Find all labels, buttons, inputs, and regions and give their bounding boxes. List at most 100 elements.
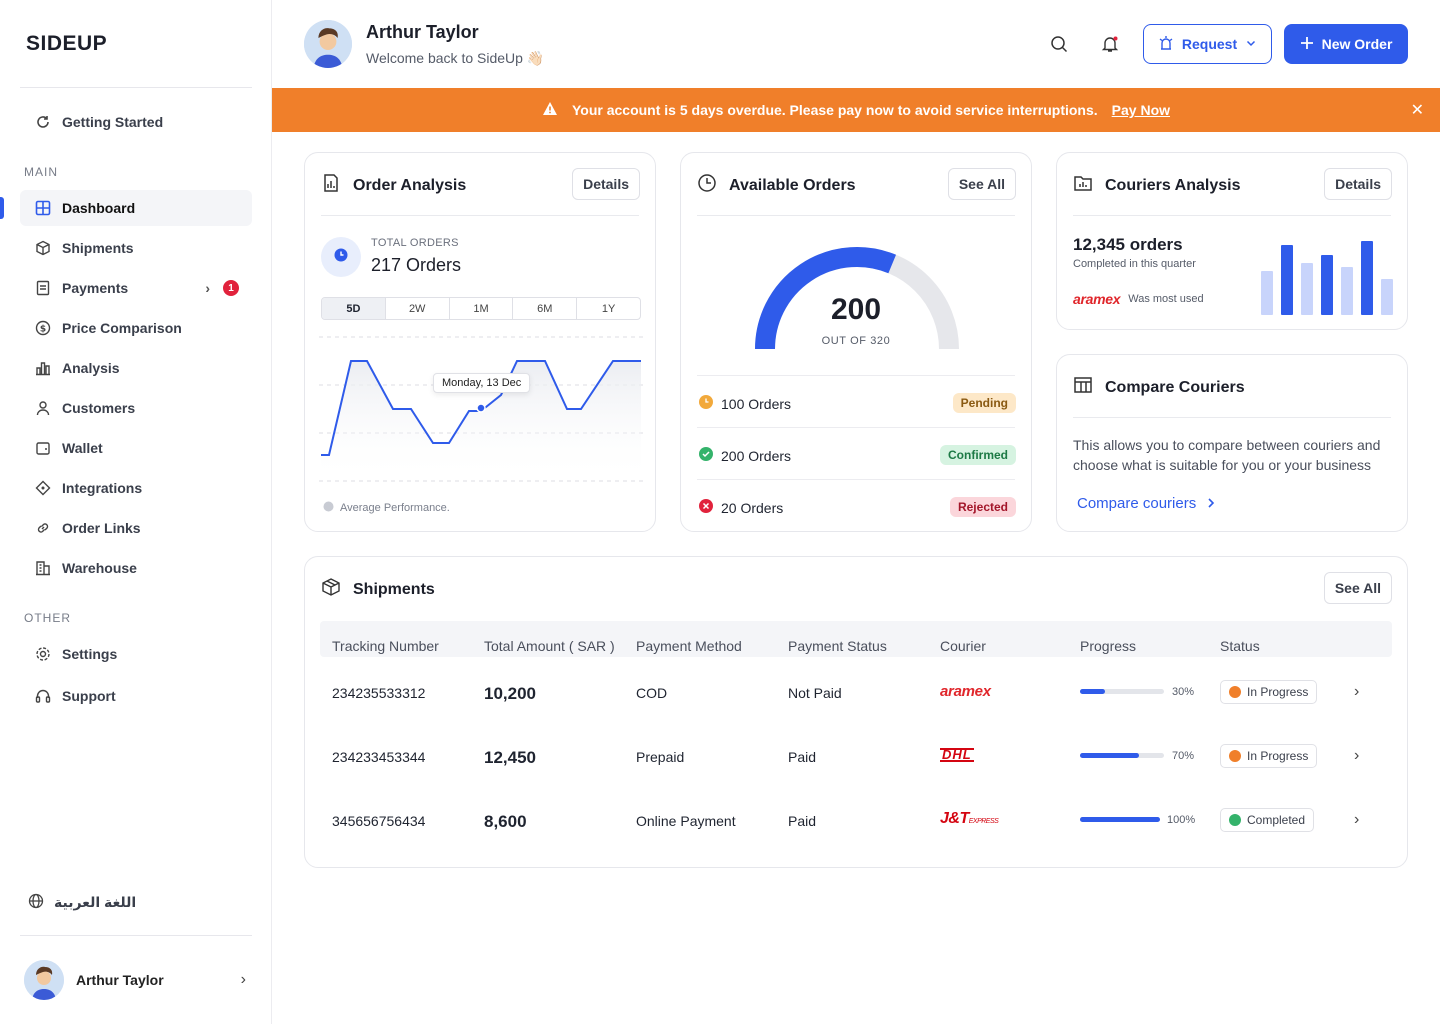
sidebar-item-getting-started[interactable]: Getting Started [20,104,252,140]
sidebar-item-analysis[interactable]: Analysis [20,350,252,386]
sidebar-item-price-comparison[interactable]: $ Price Comparison [20,310,252,346]
progress-label: 30% [1172,686,1195,698]
chevron-right-icon[interactable]: › [1354,683,1359,701]
bar [1381,279,1393,315]
details-button[interactable]: Details [1324,168,1392,200]
welcome-text: Welcome back to SideUp 👋🏻 [366,50,545,66]
column-header: Status [1220,638,1260,654]
sidebar-item-label: Warehouse [62,560,137,576]
payment-status: Not Paid [788,685,842,701]
gauge-value: 200 [830,293,882,326]
sidebar-item-integrations[interactable]: Integrations [20,470,252,506]
request-button[interactable]: Request [1143,24,1272,64]
tracking-number: 234235533312 [332,685,426,701]
status-label: In Progress [1247,685,1309,699]
range-tab-2w[interactable]: 2W [386,298,450,319]
column-header: Total Amount ( SAR ) [484,638,615,654]
sidebar-item-label: Dashboard [62,200,136,216]
details-button[interactable]: Details [572,168,640,200]
globe-icon [28,893,44,912]
pending-tag: Pending [952,393,1016,413]
divider [20,87,252,88]
avatar[interactable] [304,20,352,68]
order-row-pending: 100 Orders [699,395,791,412]
payment-status: Paid [788,813,817,829]
courier-sub: Completed in this quarter [1073,258,1196,270]
courier-logo-aramex: aramex [940,683,991,700]
clock-badge [321,237,361,277]
see-all-button[interactable]: See All [1323,572,1392,604]
card-title: Order Analysis [321,173,466,198]
sidebar-item-label: Customers [62,400,136,416]
close-icon[interactable]: ✕ [1411,100,1424,120]
progress-bar [1080,689,1164,694]
bar [1321,255,1333,315]
sidebar-item-label: Settings [62,646,118,662]
most-used-courier: aramex Was most used [1073,291,1204,307]
payment-method: Online Payment [636,813,736,829]
chevron-right-icon [1206,495,1216,512]
svg-text:$: $ [40,325,46,335]
sidebar-profile[interactable]: Arthur Taylor › [24,960,246,1000]
sidebar-item-customers[interactable]: Customers [20,390,252,426]
column-header: Progress [1080,638,1137,654]
new-order-button[interactable]: New Order [1284,24,1408,64]
status-label: Completed [1247,813,1306,827]
link-icon [34,519,52,537]
compare-couriers-card: Compare Couriers This allows you to comp… [1056,354,1408,532]
status-dot [1229,750,1241,762]
bar [1301,263,1313,315]
sidebar-item-label: Support [62,688,116,704]
chevron-right-icon[interactable]: › [1354,747,1359,765]
range-tab-5d[interactable]: 5D [322,298,386,319]
sidebar-item-payments[interactable]: Payments › 1 [20,270,252,306]
chevron-right-icon: › [240,971,246,988]
order-count: 100 Orders [721,395,792,412]
logo[interactable]: SIDEUP [26,32,107,56]
chart-tooltip: Monday, 13 Dec [433,373,531,393]
sidebar-item-shipments[interactable]: Shipments [20,230,252,266]
total-amount: 10,200 [484,684,536,703]
sidebar-item-order-links[interactable]: Order Links [20,510,252,546]
sidebar-item-warehouse[interactable]: Warehouse [20,550,252,586]
payment-status: Paid [788,749,817,765]
search-icon[interactable] [1047,32,1071,56]
wallet-icon [34,439,52,457]
bar [1361,241,1373,315]
column-header: Tracking Number [332,638,439,654]
total-amount: 12,450 [484,748,536,767]
bell-icon[interactable] [1098,32,1122,56]
sidebar-item-dashboard[interactable]: Dashboard [20,190,252,226]
sidebar-item-label: Getting Started [62,114,164,130]
compare-couriers-link[interactable]: Compare couriers [1077,495,1216,512]
sidebar-item-wallet[interactable]: Wallet [20,430,252,466]
sidebar-item-support[interactable]: Support [20,678,252,714]
range-tab-6m[interactable]: 6M [513,298,578,319]
see-all-button[interactable]: See All [947,168,1016,200]
column-header: Payment Method [636,638,742,654]
chevron-right-icon[interactable]: › [1354,811,1359,829]
divider [697,375,1015,376]
divider [20,935,252,936]
warning-icon [542,101,558,119]
sidebar-item-settings[interactable]: Settings [20,636,252,672]
payment-method: COD [636,685,668,701]
range-tab-1m[interactable]: 1M [450,298,514,319]
range-tab-1y[interactable]: 1Y [577,298,640,319]
card-title: Shipments [321,577,435,602]
language-switch[interactable]: اللغة العربية [28,893,136,912]
tracking-number: 234233453344 [332,749,426,765]
status-badge: In Progress [1220,680,1318,704]
profile-name: Arthur Taylor [76,972,164,988]
order-analysis-card: Order Analysis Details TOTAL ORDERS 217 … [304,152,656,532]
compare-link-label: Compare couriers [1077,495,1197,512]
column-header: Courier [940,638,986,654]
pay-now-link[interactable]: Pay Now [1112,102,1170,118]
divider [1073,215,1391,216]
available-orders-title: Available Orders [729,176,856,194]
refresh-icon [34,113,52,131]
column-header: Payment Status [788,638,887,654]
couriers-analysis-title: Couriers Analysis [1105,176,1241,194]
card-title: Couriers Analysis [1073,173,1240,198]
headset-icon [34,687,52,705]
